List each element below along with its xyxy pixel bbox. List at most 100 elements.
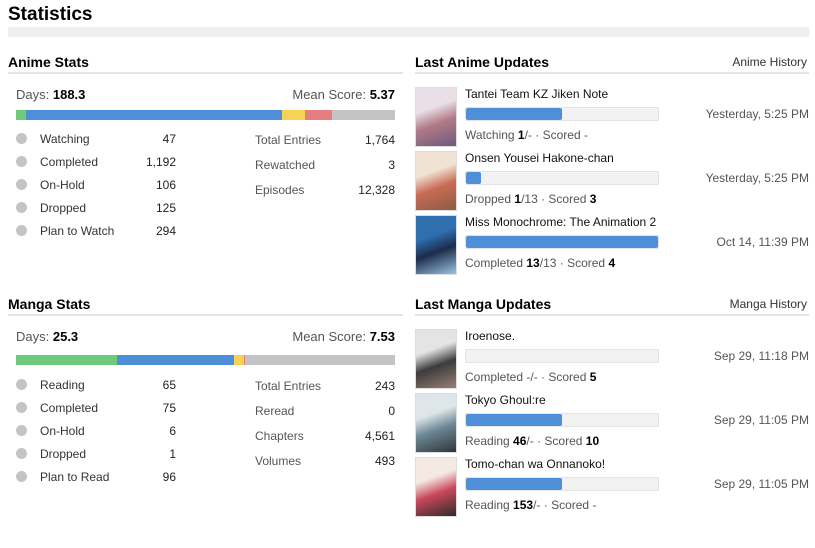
manga-update-title[interactable]: Tomo-chan wa Onnanoko! <box>465 457 605 471</box>
anime-total-row: Total Entries 1,764 <box>255 127 395 152</box>
scored-label: · Scored <box>543 498 593 512</box>
anime-mean-score: Mean Score: 5.37 <box>292 87 395 102</box>
cover-thumbnail[interactable] <box>415 329 457 389</box>
cover-thumbnail[interactable] <box>415 393 457 453</box>
cover-thumbnail[interactable] <box>415 151 457 211</box>
manga-status-row[interactable]: Plan to Read 96 <box>16 465 176 488</box>
progress-count: 13 <box>526 256 540 270</box>
update-date: Sep 29, 11:18 PM <box>713 349 809 363</box>
anime-stats-title: Anime Stats <box>8 54 89 70</box>
manga-mean-value: 7.53 <box>369 329 395 344</box>
score-value: - <box>583 128 588 142</box>
manga-update-title[interactable]: Iroenose. <box>465 329 515 343</box>
manga-totals-list: Total Entries 243 Reread 0 Chapters 4,561 Volu… <box>255 373 395 473</box>
anime-update-title[interactable]: Tantei Team KZ Jiken Note <box>465 87 608 101</box>
status-text: Watching <box>465 128 518 142</box>
anime-status-bar <box>16 110 395 120</box>
progress-fill <box>466 478 562 490</box>
manga-status-row[interactable]: On-Hold 6 <box>16 419 176 442</box>
progress-bar <box>465 477 659 491</box>
status-label: Reading <box>40 377 85 392</box>
update-date: Oct 14, 11:39 PM <box>716 235 810 249</box>
anime-updates-rule <box>415 72 809 74</box>
total-value: 12,328 <box>358 182 395 197</box>
progress-bar <box>465 235 659 249</box>
progress-fill <box>466 172 481 184</box>
progress-count: 1 <box>517 128 525 142</box>
status-dot-icon <box>16 156 27 167</box>
cover-thumbnail[interactable] <box>415 215 457 275</box>
total-value: 243 <box>374 378 395 393</box>
manga-update-item: Iroenose. Completed -/- · Scored 5 Sep 29,… <box>415 329 809 389</box>
manga-update-title[interactable]: Tokyo Ghoul:re <box>465 393 546 407</box>
anime-status-row[interactable]: Dropped 125 <box>16 196 176 219</box>
anime-status-row[interactable]: Completed 1,192 <box>16 150 176 173</box>
status-dot-icon <box>16 379 27 390</box>
update-status: Reading 46/- · Scored 10 <box>465 434 599 448</box>
scored-label: · Scored <box>541 192 590 206</box>
score-value: 5 <box>589 370 597 384</box>
anime-status-row[interactable]: On-Hold 106 <box>16 173 176 196</box>
anime-status-row[interactable]: Watching 47 <box>16 127 176 150</box>
manga-stats-rule <box>8 314 403 316</box>
anime-days: Days: 188.3 <box>16 87 86 102</box>
manga-status-row[interactable]: Completed 75 <box>16 396 176 419</box>
manga-history-link[interactable]: Manga History <box>730 297 807 311</box>
update-date: Yesterday, 5:25 PM <box>705 107 809 121</box>
manga-status-row[interactable]: Reading 65 <box>16 373 176 396</box>
status-dot-icon <box>16 133 27 144</box>
title-divider <box>8 27 809 37</box>
status-dot-icon <box>16 471 27 482</box>
manga-update-item: Tokyo Ghoul:re Reading 46/- · Scored 10 Se… <box>415 393 809 453</box>
progress-fill <box>466 414 562 426</box>
progress-total: /13 <box>539 256 560 270</box>
score-value: 3 <box>589 192 597 206</box>
status-label: Completed <box>40 154 99 169</box>
anime-bar-segment-on-hold <box>282 110 305 120</box>
status-label: Completed <box>40 400 99 415</box>
anime-update-title[interactable]: Miss Monochrome: The Animation 2 <box>465 215 656 229</box>
status-text: Completed <box>465 256 527 270</box>
manga-status-row[interactable]: Dropped 1 <box>16 442 176 465</box>
anime-stats-rule <box>8 72 403 74</box>
anime-bar-segment-completed <box>26 110 283 120</box>
scored-label: · Scored <box>535 128 584 142</box>
anime-status-row[interactable]: Plan to Watch 294 <box>16 219 176 242</box>
scored-label: · Scored <box>559 256 609 270</box>
total-value: 3 <box>388 157 395 172</box>
status-label: Watching <box>40 131 90 146</box>
manga-bar-segment-completed <box>117 355 235 365</box>
update-status: Reading 153/- · Scored - <box>465 498 596 512</box>
update-status: Watching 1/- · Scored - <box>465 128 588 142</box>
manga-status-list: Reading 65 Completed 75 On-Hold 6 Dropped 1 Plan… <box>16 373 176 488</box>
status-label: On-Hold <box>40 423 85 438</box>
total-value: 0 <box>388 403 395 418</box>
update-status: Completed 13/13 · Scored 4 <box>465 256 615 270</box>
status-label: Plan to Watch <box>40 223 115 238</box>
total-label: Reread <box>255 403 295 418</box>
manga-total-row: Volumes 493 <box>255 448 395 473</box>
anime-bar-segment-plan-to-watch <box>331 110 395 120</box>
update-date: Sep 29, 11:05 PM <box>713 413 809 427</box>
anime-status-list: Watching 47 Completed 1,192 On-Hold 106 Droppe… <box>16 127 176 242</box>
status-count: 294 <box>155 223 176 238</box>
anime-history-link[interactable]: Anime History <box>732 55 807 69</box>
status-count: 1,192 <box>145 154 176 169</box>
anime-total-row: Episodes 12,328 <box>255 177 395 202</box>
progress-total: /- <box>524 128 536 142</box>
anime-days-value: 188.3 <box>52 87 86 102</box>
manga-stats-title: Manga Stats <box>8 296 91 312</box>
status-count: 6 <box>169 423 176 438</box>
status-count: 96 <box>162 469 176 484</box>
anime-update-title[interactable]: Onsen Yousei Hakone-chan <box>465 151 614 165</box>
total-label: Total Entries <box>255 132 322 147</box>
anime-bar-segment-dropped <box>304 110 332 120</box>
status-dot-icon <box>16 179 27 190</box>
cover-thumbnail[interactable] <box>415 87 457 147</box>
progress-count: 153 <box>513 498 534 512</box>
update-date: Yesterday, 5:25 PM <box>705 171 809 185</box>
manga-bar-segment-on-hold <box>234 355 244 365</box>
cover-thumbnail[interactable] <box>415 457 457 517</box>
status-count: 1 <box>169 446 176 461</box>
total-label: Total Entries <box>255 378 322 393</box>
